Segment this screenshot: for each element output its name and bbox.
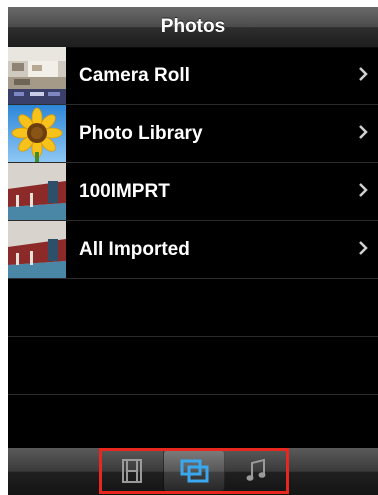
album-label: Camera Roll — [79, 64, 190, 86]
album-label: All Imported — [79, 238, 190, 260]
album-row-photo-library[interactable]: Photo Library — [8, 105, 378, 163]
tab-bar — [8, 448, 378, 495]
chevron-right-icon — [359, 183, 368, 197]
sunflower-thumbnail — [8, 105, 66, 162]
tab-music[interactable] — [225, 451, 286, 491]
film-icon — [122, 459, 143, 483]
album-row-100imprt[interactable]: 100IMPRT — [8, 163, 378, 221]
camera-roll-thumbnail — [8, 47, 66, 104]
album-list: Camera Roll Photo Library 100IMPRT All I… — [8, 47, 378, 453]
photos-icon — [180, 459, 209, 483]
tab-photos[interactable] — [163, 451, 226, 491]
room-photo-thumbnail — [8, 163, 66, 220]
empty-list-row — [8, 279, 378, 337]
page-title: Photos — [160, 16, 226, 37]
album-row-all-imported[interactable]: All Imported — [8, 221, 378, 279]
chevron-right-icon — [359, 67, 368, 81]
chevron-right-icon — [359, 125, 368, 139]
tab-group-highlight — [99, 448, 289, 494]
album-row-camera-roll[interactable]: Camera Roll — [8, 47, 378, 105]
album-label: 100IMPRT — [79, 180, 170, 202]
navigation-bar: Photos — [8, 7, 378, 48]
empty-list-row — [8, 337, 378, 395]
empty-list-row — [8, 395, 378, 453]
music-note-icon — [246, 458, 266, 481]
album-label: Photo Library — [79, 122, 203, 144]
tab-videos[interactable] — [102, 451, 164, 491]
chevron-right-icon — [359, 241, 368, 255]
photos-screen: Photos Camera Roll Photo Library 100IMPR… — [8, 7, 378, 495]
room-photo-thumbnail — [8, 221, 66, 278]
